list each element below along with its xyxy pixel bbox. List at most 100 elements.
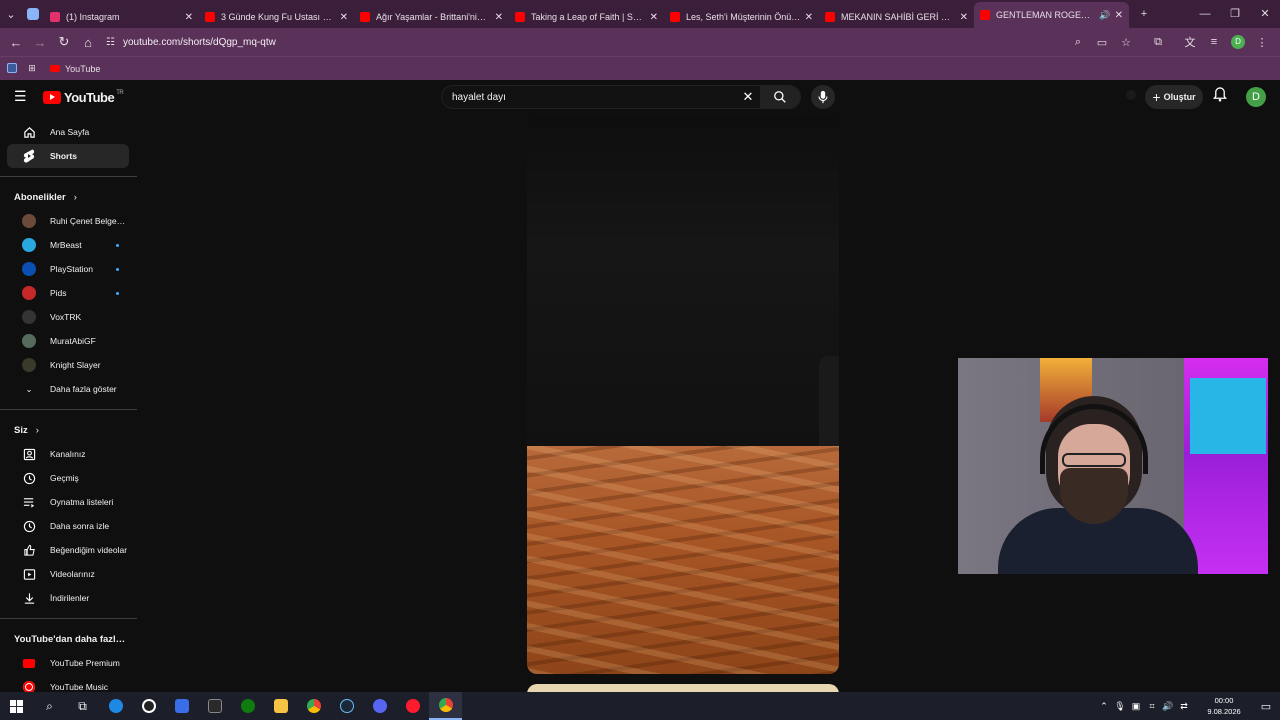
sidebar-item-label: Oynatma listeleri	[50, 497, 114, 507]
search-taskbar-icon[interactable]: ⌕	[33, 692, 66, 720]
webcam-monitor	[1190, 378, 1266, 454]
tab-search-chevron-icon[interactable]: ⌄	[0, 3, 22, 25]
browser-tab[interactable]: Ağır Yaşamlar - Brittani'nin Hikayesi ✕	[354, 6, 509, 28]
browser-tab[interactable]: 3 Günde Kung Fu Ustası Olmak ✕	[199, 6, 354, 28]
sidebar-item-downloads[interactable]: İndirilenler	[7, 586, 129, 610]
translate-icon[interactable]: 文	[1178, 34, 1202, 50]
close-tab-icon[interactable]: ✕	[960, 12, 968, 23]
close-tab-icon[interactable]: ✕	[340, 12, 348, 23]
menu-kebab-icon[interactable]: ⋮	[1250, 36, 1274, 49]
youtube-icon	[50, 65, 60, 72]
sidebar-item-watch-later[interactable]: Daha sonra izle	[7, 514, 129, 538]
chrome-active-icon[interactable]	[429, 692, 462, 720]
browser-tab[interactable]: GENTLEMAN ROGER | M 🔊 ✕	[974, 2, 1129, 28]
search-box[interactable]: hayalet dayı ✕	[441, 85, 801, 109]
new-tab-button[interactable]: +	[1133, 3, 1155, 25]
zoom-icon[interactable]: ⌕	[1066, 36, 1090, 49]
xbox-bar-icon[interactable]	[132, 692, 165, 720]
your-videos-icon	[22, 567, 36, 581]
tray-microphone-icon[interactable]: 🎙	[1112, 701, 1128, 712]
subscription-item[interactable]: PlayStation	[7, 257, 129, 281]
chrome-icon[interactable]	[297, 692, 330, 720]
home-button[interactable]: ⌂	[76, 35, 100, 50]
media-control-icon[interactable]: ≡	[1202, 36, 1226, 48]
close-tab-icon[interactable]: ✕	[805, 12, 813, 23]
profile-tab-icon[interactable]	[22, 3, 44, 25]
bookmark-star-icon[interactable]: ☆	[1114, 36, 1138, 49]
site-info-icon[interactable]: ☷	[106, 37, 115, 48]
shorts-video-player[interactable]	[527, 116, 839, 674]
start-button[interactable]	[0, 692, 33, 720]
close-tab-icon[interactable]: ✕	[1115, 10, 1123, 21]
file-explorer-icon[interactable]	[264, 692, 297, 720]
tray-display-icon[interactable]: ▣	[1128, 701, 1144, 712]
discord-icon[interactable]	[363, 692, 396, 720]
restore-button[interactable]: ❐	[1220, 0, 1250, 28]
store-icon[interactable]	[165, 692, 198, 720]
bookmark-youtube[interactable]: YouTube	[50, 64, 100, 74]
notification-center-icon[interactable]: ▭	[1252, 700, 1280, 713]
close-tab-icon[interactable]: ✕	[495, 12, 503, 23]
sidebar-item-history[interactable]: Geçmiş	[7, 466, 129, 490]
edge-icon[interactable]	[99, 692, 132, 720]
channel-icon	[22, 447, 36, 461]
sidebar-item-playlists[interactable]: Oynatma listeleri	[7, 490, 129, 514]
subscription-item[interactable]: MuratAbiGF	[7, 329, 129, 353]
sidebar-item-your-videos[interactable]: Videolarınız	[7, 562, 129, 586]
cast-icon[interactable]: ▭	[1090, 36, 1114, 49]
voice-search-button[interactable]	[811, 85, 835, 109]
apps-grid-icon[interactable]: ⊞	[22, 63, 42, 74]
reload-button[interactable]: ↻	[52, 34, 76, 50]
url-field[interactable]: ☷ youtube.com/shorts/dQgp_mq-qtw	[106, 30, 1066, 54]
sidebar-item-shorts[interactable]: Shorts	[7, 144, 129, 168]
tray-network-icon[interactable]: ⌗	[1144, 701, 1160, 712]
subscription-item[interactable]: Ruhi Çenet Belgesel...	[7, 209, 129, 233]
sidebar-item-channel[interactable]: Kanalınız	[7, 442, 129, 466]
account-avatar[interactable]: D	[1246, 87, 1266, 107]
forward-button[interactable]: →	[28, 35, 52, 50]
extensions-icon[interactable]: ⧉	[1146, 36, 1170, 49]
taskbar-clock[interactable]: 00:00 9.08.2026	[1196, 695, 1252, 717]
subscription-item[interactable]: Pids	[7, 281, 129, 305]
opera-icon[interactable]	[396, 692, 429, 720]
tray-chevron-icon[interactable]: ⌃	[1096, 701, 1112, 712]
close-tab-icon[interactable]: ✕	[650, 12, 658, 23]
create-button[interactable]: + Oluştur	[1145, 85, 1203, 109]
you-header[interactable]: Siz ›	[0, 418, 137, 442]
task-view-icon[interactable]: ⧉	[66, 692, 99, 720]
profile-avatar[interactable]: D	[1231, 35, 1245, 49]
browser-tab[interactable]: Taking a Leap of Faith | Sparks ✕	[509, 6, 664, 28]
notifications-bell-icon[interactable]	[1213, 87, 1227, 105]
subscription-item[interactable]: Knight Slayer	[7, 353, 129, 377]
audio-icon[interactable]: 🔊	[1099, 10, 1110, 21]
back-button[interactable]: ←	[4, 35, 28, 50]
sidebar-item-home[interactable]: Ana Sayfa	[7, 120, 129, 144]
tray-volume-icon[interactable]: 🔊	[1160, 701, 1176, 712]
search-button[interactable]	[760, 86, 800, 108]
subscription-item[interactable]: VoxTRK	[7, 305, 129, 329]
close-tab-icon[interactable]: ✕	[185, 12, 193, 23]
epic-games-icon[interactable]	[198, 692, 231, 720]
apps-square-icon[interactable]	[2, 62, 22, 75]
subscriptions-header[interactable]: Abonelikler ›	[0, 185, 137, 209]
sidebar-item-label: PlayStation	[50, 264, 93, 274]
sidebar-item-liked[interactable]: Beğendiğim videolar	[7, 538, 129, 562]
sidebar-item-label: Pids	[50, 288, 67, 298]
sidebar-item-label: YouTube Premium	[50, 658, 120, 668]
xbox-icon[interactable]	[231, 692, 264, 720]
minimize-button[interactable]: —	[1190, 0, 1220, 28]
hamburger-menu-icon[interactable]: ☰	[14, 88, 30, 105]
youtube-logo[interactable]: YouTube TR	[43, 90, 124, 105]
search-input[interactable]: hayalet dayı	[442, 92, 736, 103]
show-more-button[interactable]: ⌄ Daha fazla göster	[7, 377, 129, 401]
browser-tab[interactable]: (1) Instagram ✕	[44, 6, 199, 28]
subscription-item[interactable]: MrBeast	[7, 233, 129, 257]
browser-tab[interactable]: Les, Seth'i Müşterinin Önünde ✕	[664, 6, 819, 28]
steam-icon[interactable]	[330, 692, 363, 720]
tray-language-icon[interactable]: ⇄	[1176, 701, 1192, 712]
sidebar-item-youtube-premium[interactable]: YouTube Premium	[7, 651, 129, 675]
sidebar-item-label: Ruhi Çenet Belgesel...	[50, 216, 129, 226]
close-window-button[interactable]: ✕	[1250, 0, 1280, 28]
clear-search-icon[interactable]: ✕	[736, 89, 760, 105]
browser-tab[interactable]: MEKANIN SAHİBİ GERİ GELDİ ✕	[819, 6, 974, 28]
